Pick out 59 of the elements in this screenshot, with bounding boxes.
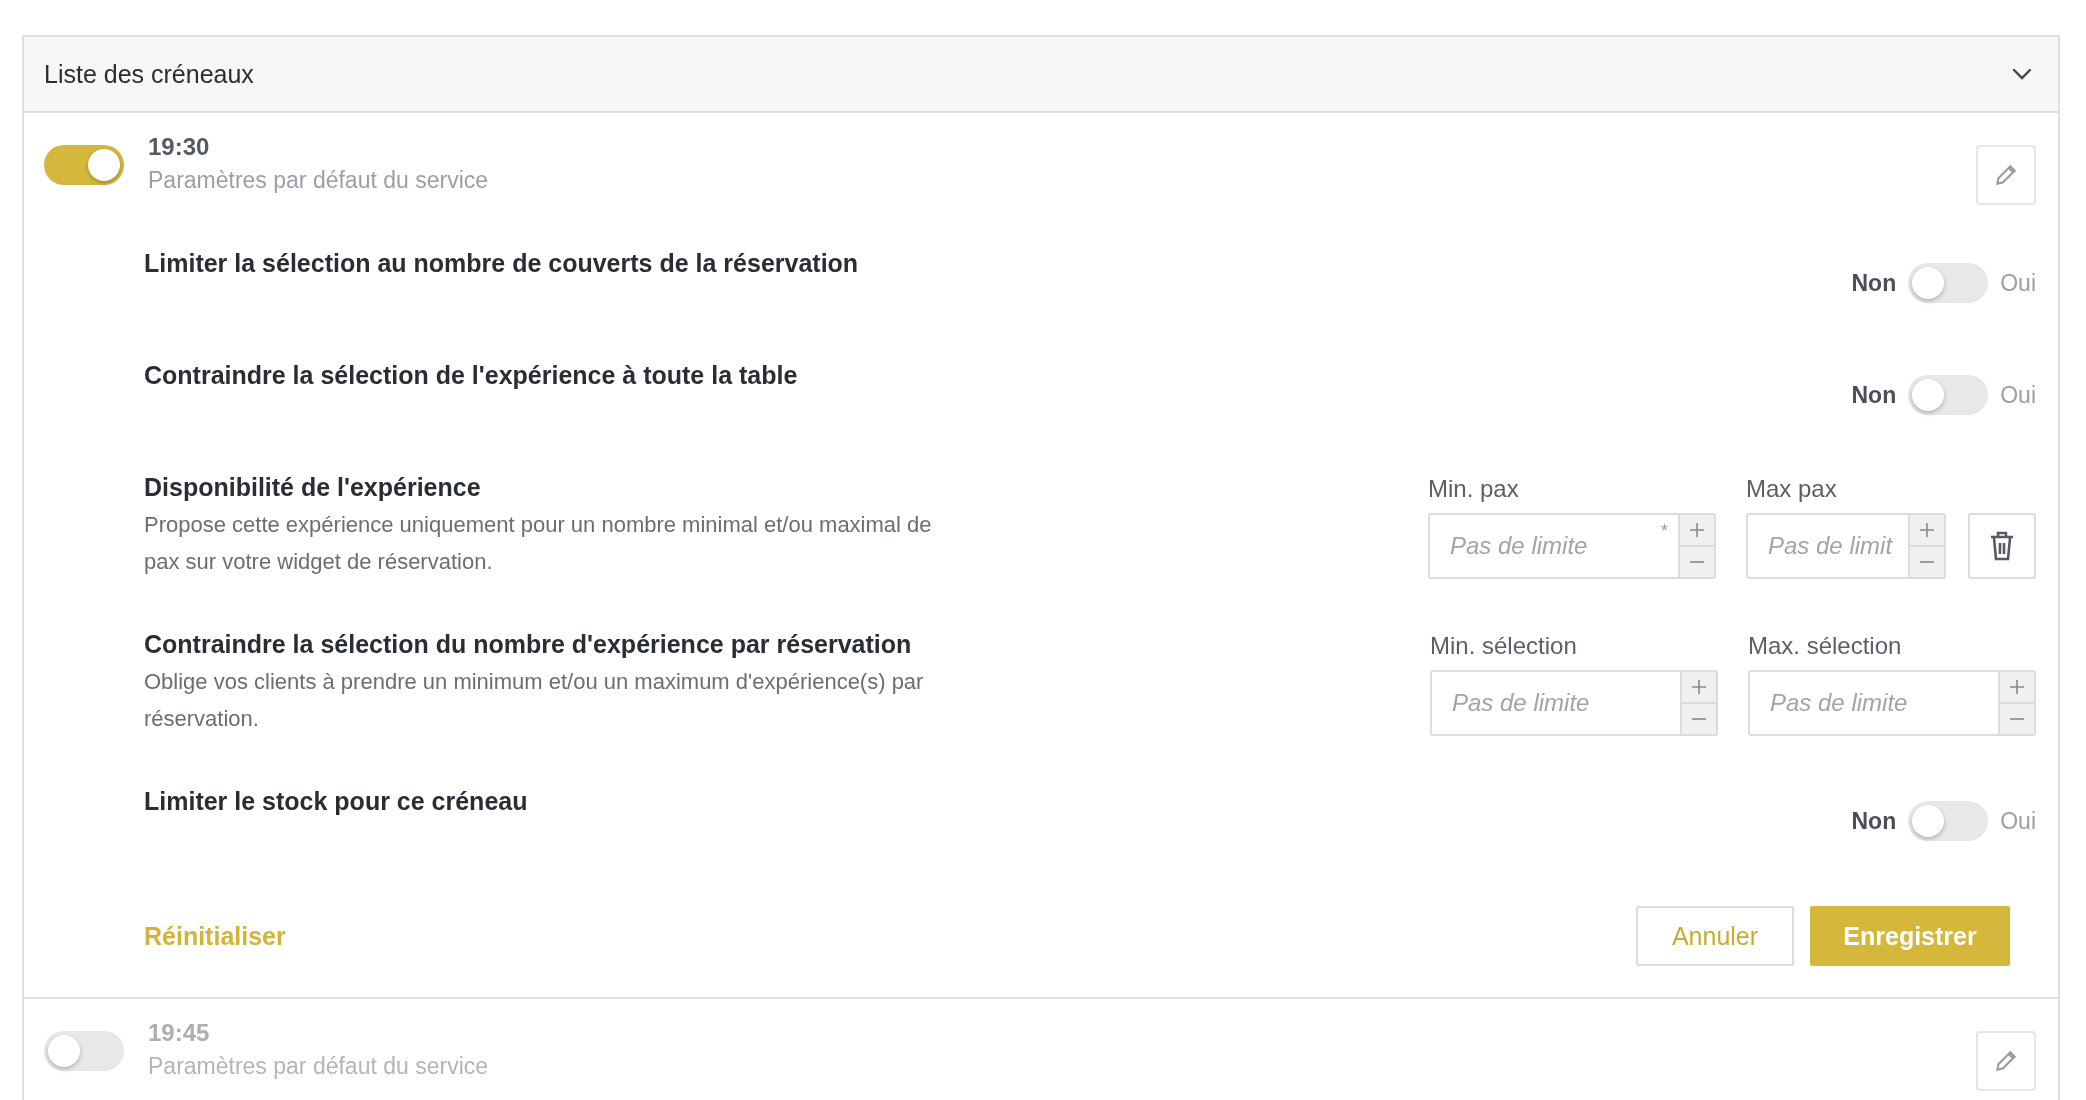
slot-subtitle: Paramètres par défaut du service [148,167,490,194]
minus-icon [1691,718,1707,720]
panel-header[interactable]: Liste des créneaux [24,37,2058,113]
decrement-button[interactable] [1910,545,1944,577]
decrement-button[interactable] [2000,702,2034,734]
edit-button[interactable] [1976,145,2036,205]
delete-button[interactable] [1968,513,2036,579]
plus-icon [2009,679,2025,695]
number-field[interactable]: Pas de limit [1746,513,1946,579]
save-button[interactable]: Enregistrer [1810,906,2010,966]
field-label: Max. sélection [1748,632,1903,660]
required-mark: * [1661,521,1668,542]
slot-toggle[interactable] [44,1031,124,1071]
slot-time: 19:45 [148,1019,211,1047]
minus-icon [2009,718,2025,720]
trash-icon [1989,531,2015,561]
decrement-button[interactable] [1682,702,1716,734]
plus-icon [1689,522,1705,538]
no-label: Non [1851,269,1897,297]
slot-subtitle: Paramètres par défaut du service [148,1053,490,1080]
edit-button[interactable] [1976,1031,2036,1091]
slot-time: 19:30 [148,133,211,161]
number-field[interactable]: Pas de limite [1748,670,2036,736]
yes-label: Oui [2000,807,2036,835]
minus-icon [1689,561,1705,563]
increment-button[interactable] [1910,515,1944,545]
slot-toggle[interactable] [44,145,124,185]
panel-title: Liste des créneaux [44,59,254,89]
setting-title: Limiter la sélection au nombre de couverts de la réservation [144,249,859,278]
no-label: Non [1851,807,1897,835]
plus-icon [1691,679,1707,695]
setting-title: Limiter le stock pour ce créneau [144,787,528,816]
number-field[interactable]: Pas de limite * [1428,513,1716,579]
setting-toggle[interactable] [1908,263,1989,303]
setting-description: Propose cette expérience uniquement pour un nombre minimal et/ou maximal de pax sur votre widget de réservation. [144,511,933,576]
yes-label: Oui [2000,381,2036,409]
number-field[interactable]: Pas de limite [1430,670,1718,736]
setting-description: Oblige vos clients à prendre un minimum et/ou un maximum d'expérience(s) par réservation. [144,668,925,733]
setting-toggle[interactable] [1908,801,1989,841]
setting-title: Contraindre la sélection de l'expérience à toute la table [144,361,798,390]
field-label: Min. pax [1428,475,1520,503]
setting-title: Contraindre la sélection du nombre d'expérience par réservation [144,630,913,659]
setting-toggle[interactable] [1908,375,1989,415]
field-label: Max pax [1746,475,1838,503]
increment-button[interactable] [1682,672,1716,702]
chevron-down-icon[interactable] [2012,68,2032,80]
no-label: Non [1851,381,1897,409]
increment-button[interactable] [2000,672,2034,702]
setting-title: Disponibilité de l'expérience [144,473,482,502]
plus-icon [1919,522,1935,538]
decrement-button[interactable] [1680,545,1714,577]
minus-icon [1919,561,1935,563]
increment-button[interactable] [1680,515,1714,545]
pencil-icon [1993,1048,2019,1074]
field-label: Min. sélection [1430,632,1578,660]
yes-label: Oui [2000,269,2036,297]
reset-link[interactable]: Réinitialiser [144,921,286,951]
cancel-button[interactable]: Annuler [1636,906,1794,966]
pencil-icon [1993,162,2019,188]
